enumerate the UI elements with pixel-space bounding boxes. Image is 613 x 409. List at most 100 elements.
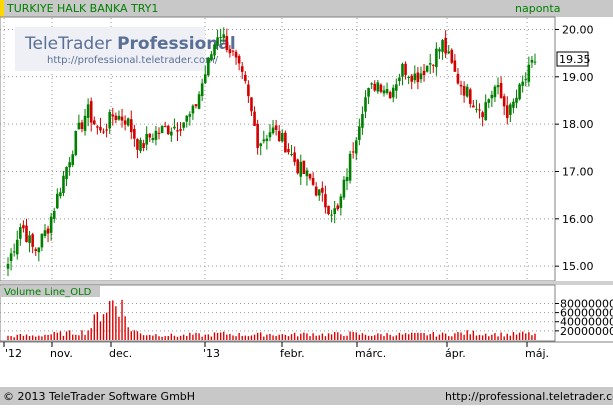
candle-body (210, 54, 213, 61)
candle-body (271, 127, 275, 134)
candle-body (280, 132, 284, 142)
price-tick-label: 19.00 (562, 71, 594, 84)
candle-body (117, 115, 121, 120)
candle-body (253, 111, 256, 126)
price-tick-label: 18.00 (562, 118, 594, 131)
volume-tick-label: 20000000 (560, 325, 613, 338)
candle-body (284, 132, 287, 153)
candle-body (31, 234, 34, 247)
candle-body (324, 194, 327, 208)
candle-body (40, 233, 44, 248)
candle-body (92, 120, 96, 125)
candle-body (388, 92, 392, 99)
candle-body (336, 205, 340, 210)
candle-body (56, 193, 59, 209)
candle-body (163, 126, 167, 128)
candle-body (188, 114, 192, 117)
candle-body (521, 81, 524, 86)
time-tick-label: '12 (5, 347, 22, 360)
candle-body (505, 105, 509, 118)
candle-body (80, 122, 84, 130)
candle-body (111, 114, 115, 117)
candle-body (225, 36, 229, 50)
candle-body (296, 159, 299, 174)
footer-url: http://professional.teletrader.com/ (445, 390, 613, 403)
candle-body (333, 208, 336, 215)
candle-body (166, 125, 170, 135)
candle-body (364, 97, 367, 112)
price-tick-label: 16.00 (562, 213, 594, 226)
candle-body (46, 228, 50, 234)
candle-body (450, 49, 454, 63)
candle-body (308, 173, 312, 179)
candle-body (305, 170, 309, 177)
candle-body (456, 73, 460, 84)
candle-body (416, 72, 420, 83)
candle-body (351, 151, 355, 153)
candle-body (105, 129, 108, 131)
candle-body (493, 86, 497, 98)
price-tick-label: 17.00 (562, 165, 594, 178)
candle-body (465, 86, 469, 97)
candle-body (123, 120, 127, 125)
candle-body (65, 166, 68, 180)
candle-body (237, 56, 241, 64)
candle-body (34, 249, 38, 251)
candle-body (484, 102, 487, 121)
candle-body (120, 116, 124, 121)
candle-body (311, 177, 315, 185)
candle-body (327, 205, 330, 215)
time-tick-label: márc. (355, 347, 386, 360)
candle-body (99, 127, 102, 131)
candle-body (25, 225, 28, 243)
candle-body (15, 239, 19, 255)
candle-body (37, 247, 41, 253)
candle-body (219, 37, 222, 39)
candle-body (151, 138, 155, 140)
candle-body (293, 152, 296, 162)
candle-body (382, 90, 386, 94)
candle-body (468, 89, 472, 104)
candle-body (259, 143, 263, 147)
candle-body (321, 187, 324, 193)
candle-body (314, 186, 318, 196)
candle-body (487, 99, 491, 103)
candle-body (28, 235, 31, 243)
candle-body (213, 44, 216, 56)
candle-body (216, 37, 219, 46)
candle-body (154, 130, 158, 140)
candle-body (512, 101, 515, 108)
price-tick-label: 20.00 (562, 23, 594, 36)
candle-body (102, 131, 105, 133)
candle-body (287, 149, 290, 153)
candle-body (194, 104, 198, 107)
candle-body (126, 118, 130, 126)
panel-separator (0, 281, 613, 285)
candle-body (145, 133, 148, 145)
candle-body (89, 101, 93, 123)
candle-body (447, 51, 451, 54)
candle-body (74, 130, 78, 156)
candle-body (176, 130, 179, 132)
candle-body (515, 97, 518, 103)
candle-body (459, 84, 463, 87)
candle-body (9, 253, 13, 262)
candle-body (83, 115, 87, 131)
teletrader-watermark: TeleTrader Professional http://professio… (15, 27, 236, 71)
time-tick-label: dec. (109, 347, 132, 360)
svg-text:19.35: 19.35 (559, 53, 591, 66)
price-tick-label: 15.00 (562, 260, 594, 273)
candle-body (148, 133, 152, 138)
candle-body (59, 192, 62, 197)
candle-body (52, 211, 56, 219)
candle-body (71, 154, 75, 165)
last-price-tag: 19.35 (556, 51, 591, 67)
candle-body (207, 57, 210, 76)
candle-body (444, 37, 447, 54)
candle-body (185, 115, 189, 122)
svg-text:http://professional.teletrader: http://professional.teletrader.com/ (47, 55, 219, 66)
candle-body (419, 73, 423, 80)
candle-body (428, 63, 432, 65)
time-tick-label: nov. (50, 347, 73, 360)
candle-body (407, 76, 410, 79)
